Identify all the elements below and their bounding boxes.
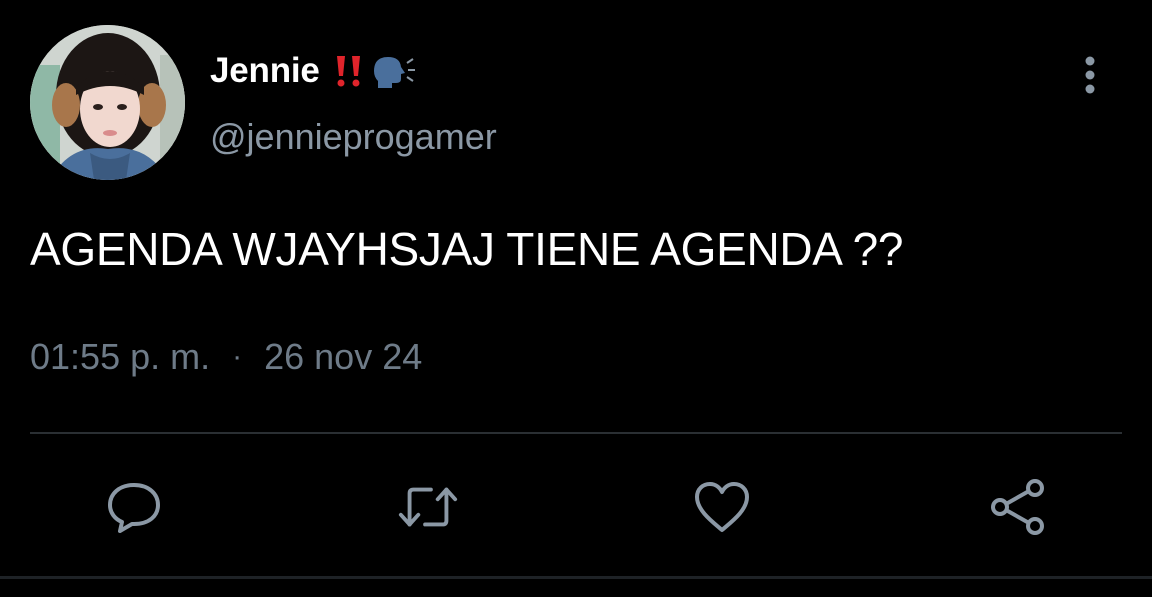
like-button[interactable] [690,475,754,539]
display-name[interactable]: Jennie [210,51,320,91]
meta-separator: · [232,340,243,373]
reply-button[interactable] [102,475,166,539]
tweet-date: 26 nov 24 [264,336,423,377]
speaking-head-icon [370,53,416,89]
tweet-timestamp[interactable]: 01:55 p. m. · 26 nov 24 [30,336,422,378]
avatar[interactable] [30,25,185,180]
retweet-icon [398,487,458,527]
tweet-text: AGENDA WJAYHSJAJ TIENE AGENDA ?? [30,223,904,275]
bottom-divider [0,576,1152,579]
more-vertical-icon [1085,56,1095,94]
tweet-detail: Jennie @jennieprogamer AGENDA WJAYHSJAJ … [0,0,1152,597]
comment-icon [108,483,160,533]
retweet-button[interactable] [396,475,460,539]
author-handle[interactable]: @jennieprogamer [210,116,497,158]
divider [30,432,1122,434]
double-exclamation-icon [334,54,364,88]
more-options-button[interactable] [1070,52,1110,98]
tweet-actions [0,475,1152,539]
share-icon [991,479,1044,535]
share-button[interactable] [986,475,1050,539]
author-name-row: Jennie [210,48,416,94]
heart-icon [695,482,749,532]
tweet-time: 01:55 p. m. [30,336,211,377]
